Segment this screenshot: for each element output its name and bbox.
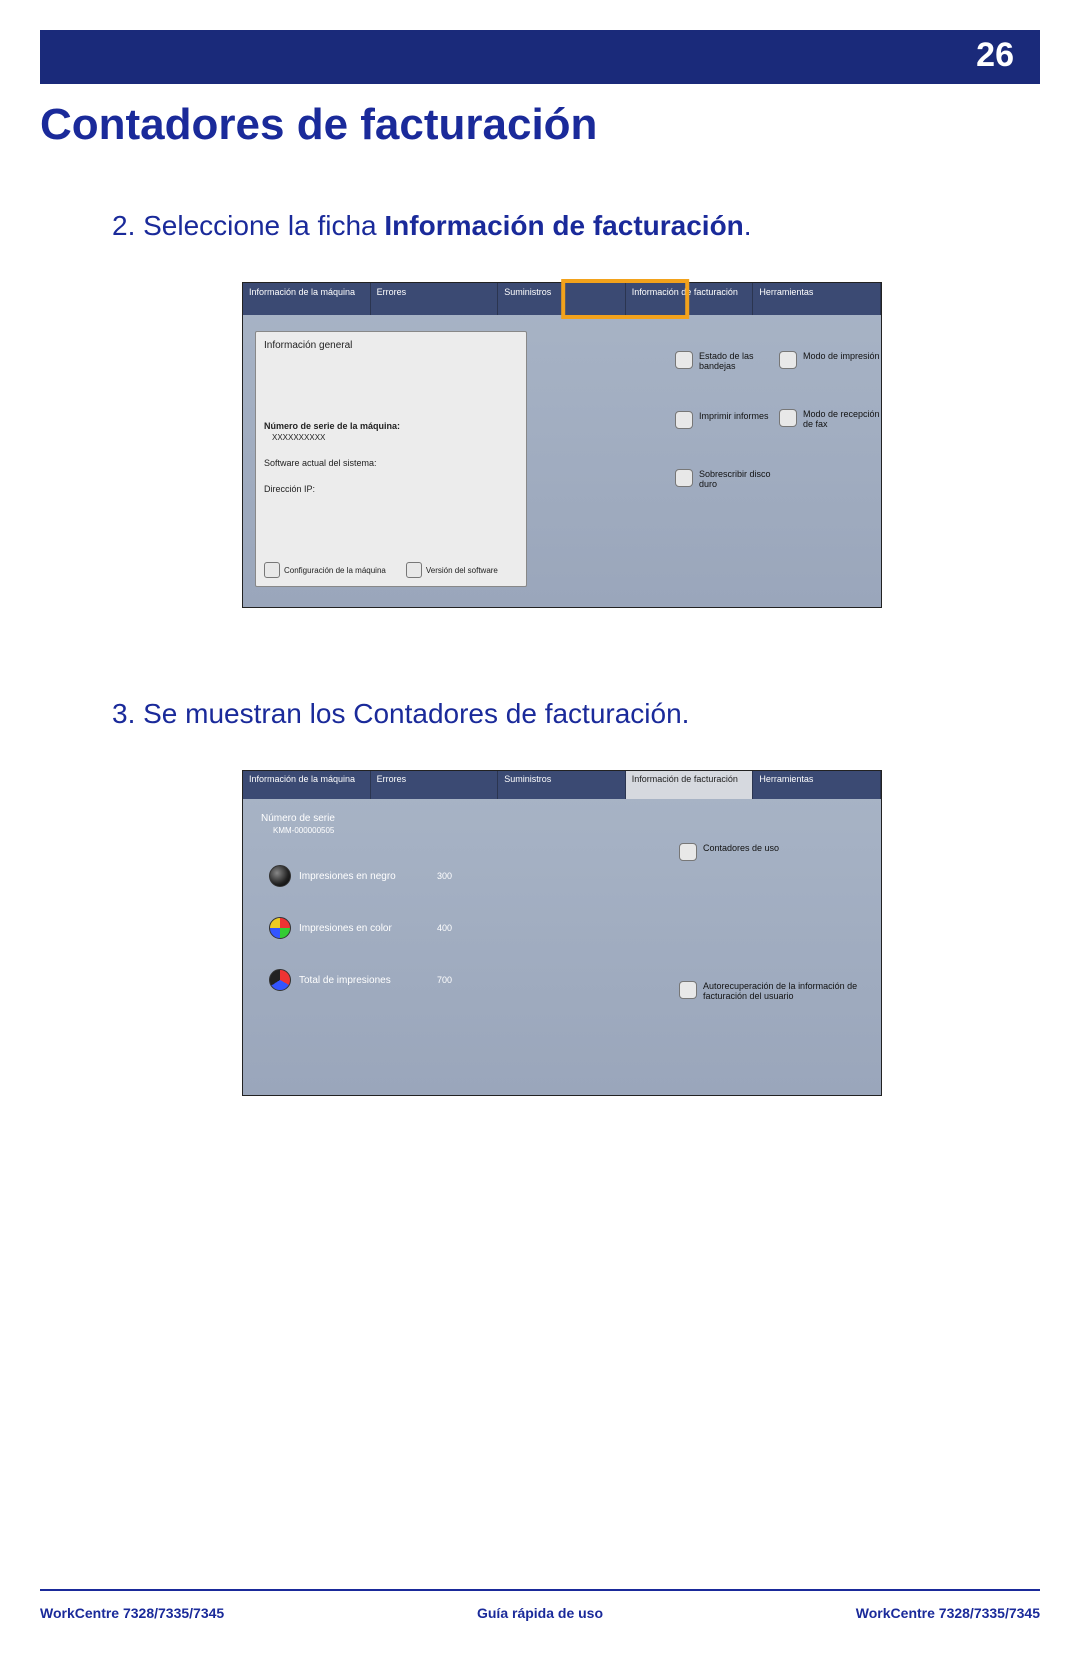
button-icon bbox=[406, 562, 422, 578]
meter-total: Total de impresiones 700 bbox=[269, 969, 527, 991]
machine-config-button[interactable]: Configuración de la máquina bbox=[264, 562, 386, 578]
button-icon bbox=[264, 562, 280, 578]
step2-prefix: 2. Seleccione la ficha bbox=[112, 210, 384, 241]
general-info-heading: Información general bbox=[264, 340, 518, 351]
meter-total-label: Total de impresiones bbox=[299, 975, 429, 986]
meter-total-icon bbox=[269, 969, 291, 991]
meter-black: Impresiones en negro 300 bbox=[269, 865, 527, 887]
serial-label: Número de serie de la máquina: bbox=[264, 421, 518, 431]
button-icon bbox=[779, 409, 797, 427]
footer-rule bbox=[40, 1589, 1040, 1591]
ip-label: Dirección IP: bbox=[264, 484, 518, 494]
overwrite-disk-button[interactable]: Sobrescribir disco duro bbox=[675, 469, 871, 489]
instruction-step-3: 3. Se muestran los Contadores de factura… bbox=[112, 698, 1040, 730]
general-info-panel: Información general Número de serie de l… bbox=[255, 331, 527, 587]
tab-errors[interactable]: Errores bbox=[371, 771, 499, 799]
auto-recovery-button[interactable]: Autorecuperación de la información de fa… bbox=[679, 981, 879, 1001]
footer-left: WorkCentre 7328/7335/7345 bbox=[40, 1605, 224, 1621]
button-icon bbox=[675, 469, 693, 487]
tab-billing-info[interactable]: Información de facturación bbox=[626, 771, 754, 799]
tab-machine-info[interactable]: Información de la máquina bbox=[243, 771, 371, 799]
meter-color-icon bbox=[269, 917, 291, 939]
options-col-2: Modo de impresión Modo de recepción de f… bbox=[779, 351, 899, 469]
page-number: 26 bbox=[976, 36, 1014, 75]
fax-mode-button[interactable]: Modo de recepción de fax bbox=[779, 409, 899, 429]
tab-billing-info[interactable]: Información de facturación bbox=[626, 283, 754, 315]
tab-bar: Información de la máquina Errores Sumini… bbox=[243, 771, 881, 799]
meter-black-icon bbox=[269, 865, 291, 887]
serial-label: Número de serie bbox=[261, 813, 527, 824]
screenshot-billing-meters: Información de la máquina Errores Sumini… bbox=[242, 770, 882, 1096]
software-label: Software actual del sistema: bbox=[264, 458, 518, 468]
meter-color: Impresiones en color 400 bbox=[269, 917, 527, 939]
serial-value: XXXXXXXXXX bbox=[272, 433, 518, 442]
meter-color-label: Impresiones en color bbox=[299, 923, 429, 934]
page-footer: WorkCentre 7328/7335/7345 Guía rápida de… bbox=[40, 1605, 1040, 1621]
footer-right: WorkCentre 7328/7335/7345 bbox=[856, 1605, 1040, 1621]
footer-center: Guía rápida de uso bbox=[477, 1605, 603, 1621]
tab-tools[interactable]: Herramientas bbox=[753, 771, 881, 799]
button-icon bbox=[675, 411, 693, 429]
tab-supplies[interactable]: Suministros bbox=[498, 283, 626, 315]
button-icon bbox=[675, 351, 693, 369]
page-title: Contadores de facturación bbox=[40, 100, 1040, 150]
header-bar: 26 bbox=[40, 30, 1040, 84]
software-version-button[interactable]: Versión del software bbox=[406, 562, 498, 578]
serial-value: KMM-000000505 bbox=[273, 826, 527, 835]
instruction-step-2: 2. Seleccione la ficha Información de fa… bbox=[112, 210, 1040, 242]
tab-machine-info[interactable]: Información de la máquina bbox=[243, 283, 371, 315]
print-mode-button[interactable]: Modo de impresión bbox=[779, 351, 899, 369]
meters-panel: Número de serie KMM-000000505 Impresione… bbox=[255, 809, 527, 1081]
usage-counters-button[interactable]: Contadores de uso bbox=[679, 843, 879, 861]
button-icon bbox=[679, 981, 697, 999]
meter-total-value: 700 bbox=[437, 975, 452, 985]
tab-errors[interactable]: Errores bbox=[371, 283, 499, 315]
step2-bold: Información de facturación bbox=[384, 210, 743, 241]
button-icon bbox=[779, 351, 797, 369]
screenshot-billing-tab-select: Información de la máquina Errores Sumini… bbox=[242, 282, 882, 608]
options-col: Contadores de uso Autorecuperación de la… bbox=[679, 843, 879, 1121]
meter-color-value: 400 bbox=[437, 923, 452, 933]
tab-tools[interactable]: Herramientas bbox=[753, 283, 881, 315]
step2-suffix: . bbox=[744, 210, 752, 241]
tab-supplies[interactable]: Suministros bbox=[498, 771, 626, 799]
tab-bar: Información de la máquina Errores Sumini… bbox=[243, 283, 881, 315]
button-icon bbox=[679, 843, 697, 861]
meter-black-value: 300 bbox=[437, 871, 452, 881]
meter-black-label: Impresiones en negro bbox=[299, 871, 429, 882]
